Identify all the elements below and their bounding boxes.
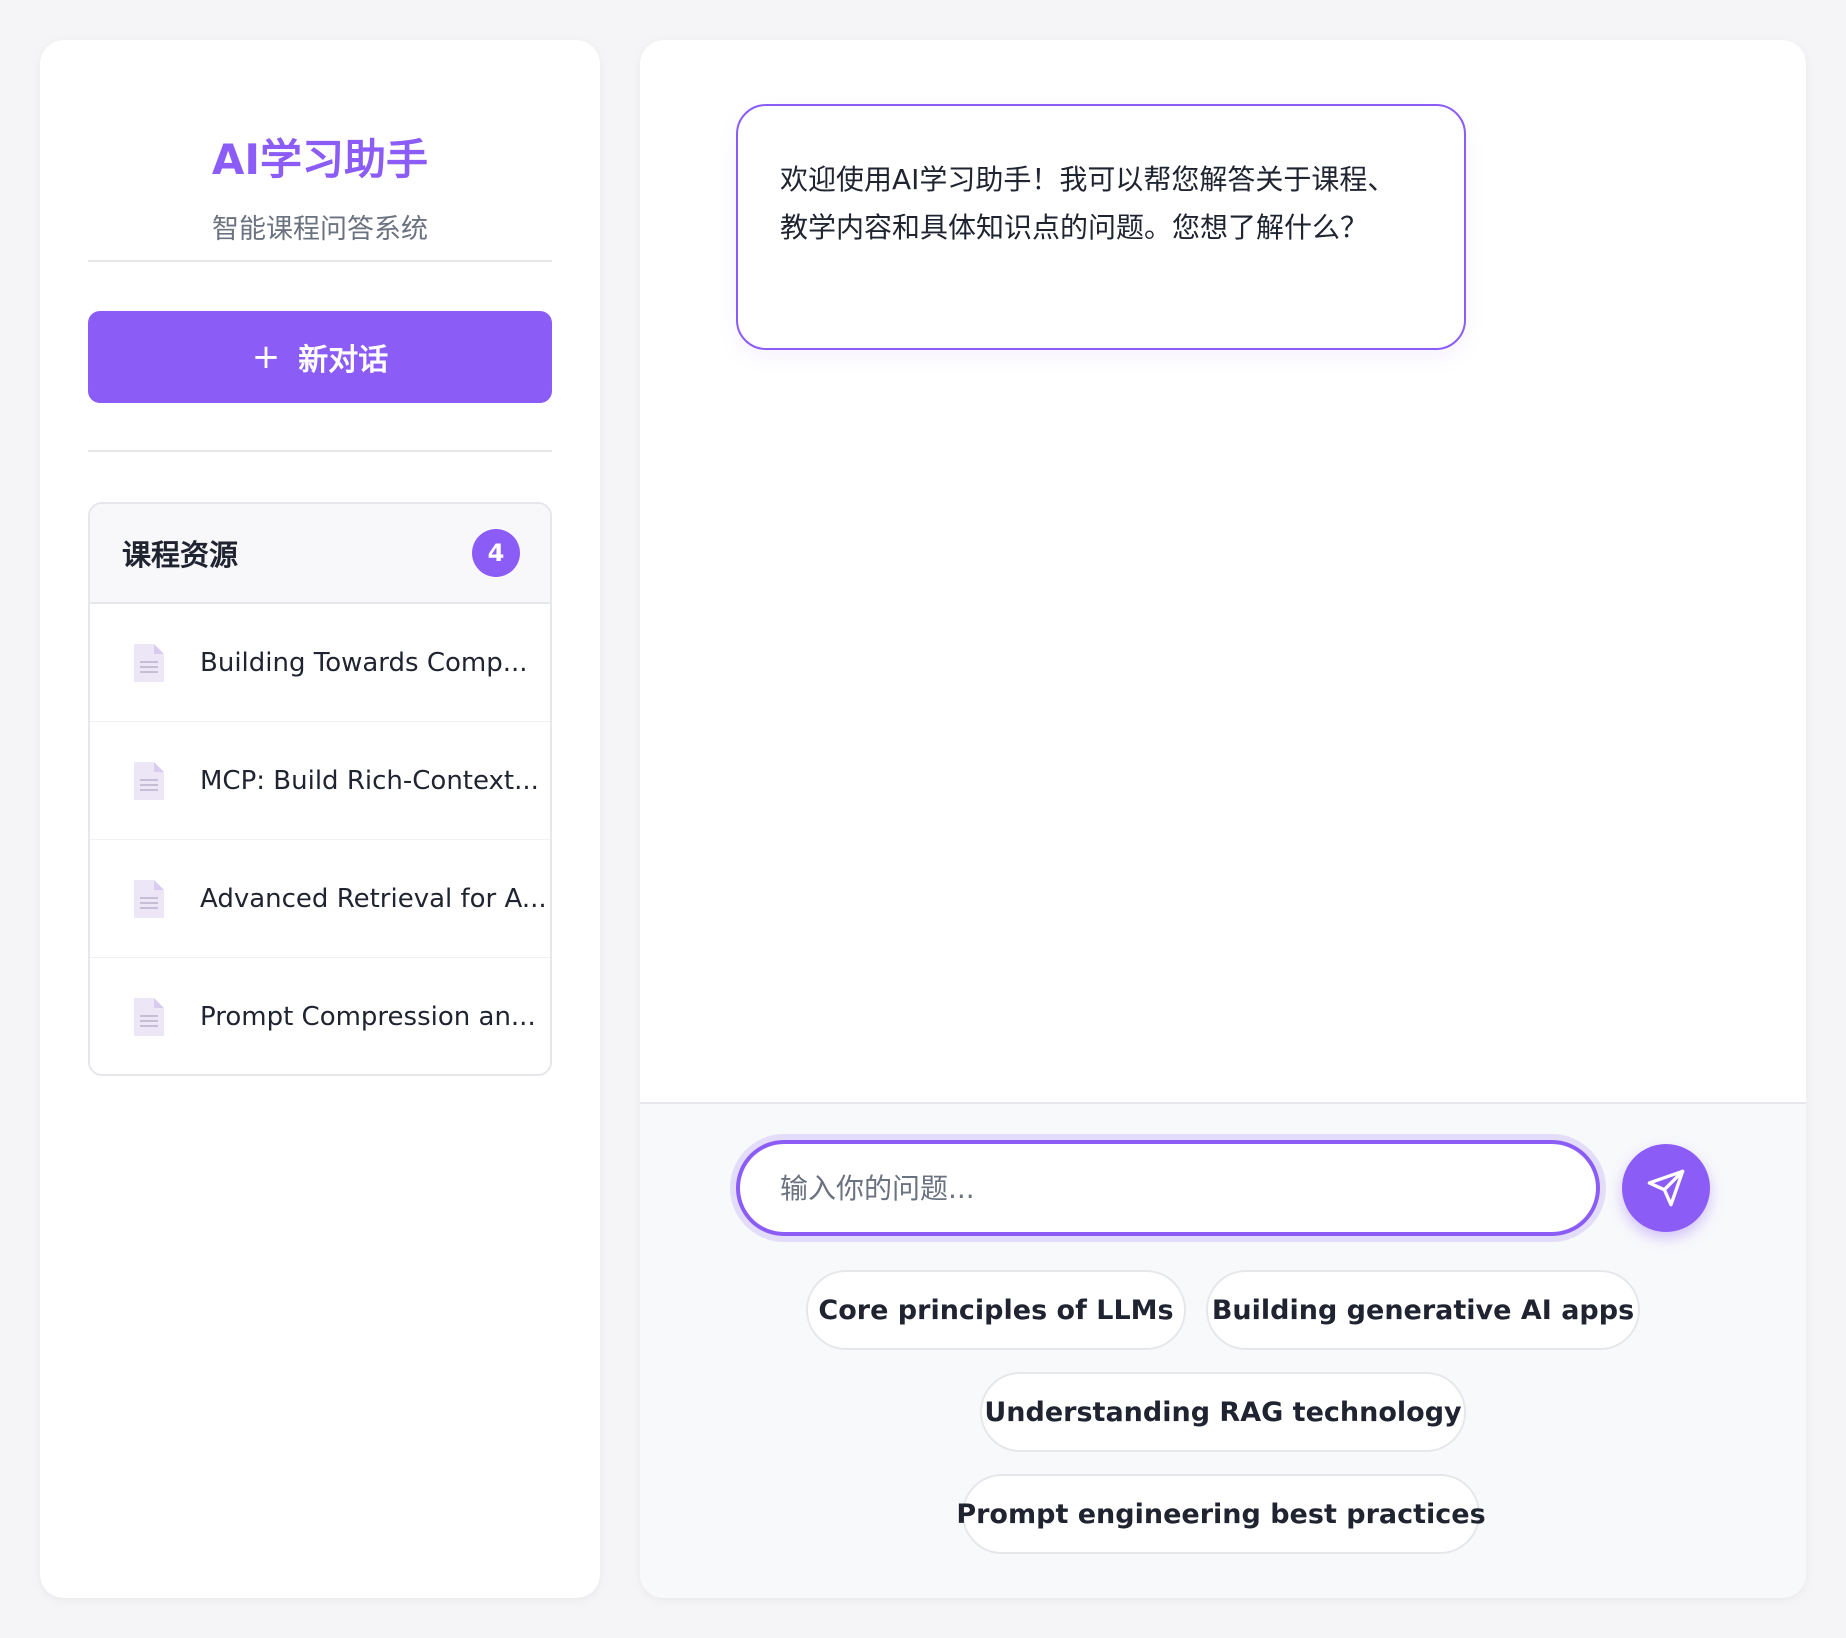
document-icon (134, 761, 164, 800)
course-resources-header[interactable]: 课程资源 4 (90, 504, 550, 604)
app-title: AI学习助手 (211, 135, 429, 184)
resource-item[interactable]: Building Towards Comp... (90, 604, 550, 722)
document-icon (134, 643, 164, 682)
resource-item[interactable]: Advanced Retrieval for A... (90, 840, 550, 958)
suggestion-chip[interactable]: Prompt engineering best practices (956, 1474, 1486, 1554)
plus-icon: + (251, 337, 281, 377)
suggestion-chip[interactable]: Understanding RAG technology (980, 1372, 1466, 1452)
resource-item[interactable]: MCP: Build Rich-Context... (90, 722, 550, 840)
course-resources-title: 课程资源 (122, 538, 239, 572)
document-icon (134, 879, 164, 918)
suggestion-chip[interactable]: Core principles of LLMs (806, 1270, 1186, 1350)
sidebar-divider (88, 450, 552, 452)
document-icon (134, 998, 164, 1036)
resource-item[interactable]: Prompt Compression an... (90, 958, 550, 1074)
send-button[interactable] (1622, 1144, 1710, 1232)
resource-item-label: Advanced Retrieval for A... (200, 883, 547, 914)
new-chat-button[interactable]: + 新对话 (88, 311, 552, 403)
course-resources-panel: 课程资源 4 Building Towards Comp... MCP: Bui… (88, 502, 552, 1076)
app-subtitle: 智能课程问答系统 (212, 214, 428, 245)
resource-item-label: Building Towards Comp... (200, 647, 528, 678)
send-icon (1647, 1169, 1685, 1207)
sidebar-divider (88, 260, 552, 262)
chat-panel: 欢迎使用AI学习助手！我可以帮您解答关于课程、教学内容和具体知识点的问题。您想了… (640, 40, 1806, 1598)
chat-input-area: Core principles of LLMs Building generat… (640, 1102, 1806, 1598)
question-input[interactable] (736, 1140, 1600, 1236)
suggestion-chip[interactable]: Building generative AI apps (1206, 1270, 1640, 1350)
resource-item-label: Prompt Compression an... (200, 1002, 536, 1032)
assistant-message-bubble: 欢迎使用AI学习助手！我可以帮您解答关于课程、教学内容和具体知识点的问题。您想了… (736, 104, 1466, 350)
new-chat-label: 新对话 (298, 343, 389, 378)
sidebar: AI学习助手 智能课程问答系统 + 新对话 课程资源 4 Building To… (40, 40, 600, 1598)
resource-count-badge: 4 (472, 529, 520, 577)
resource-item-label: MCP: Build Rich-Context... (200, 765, 539, 796)
